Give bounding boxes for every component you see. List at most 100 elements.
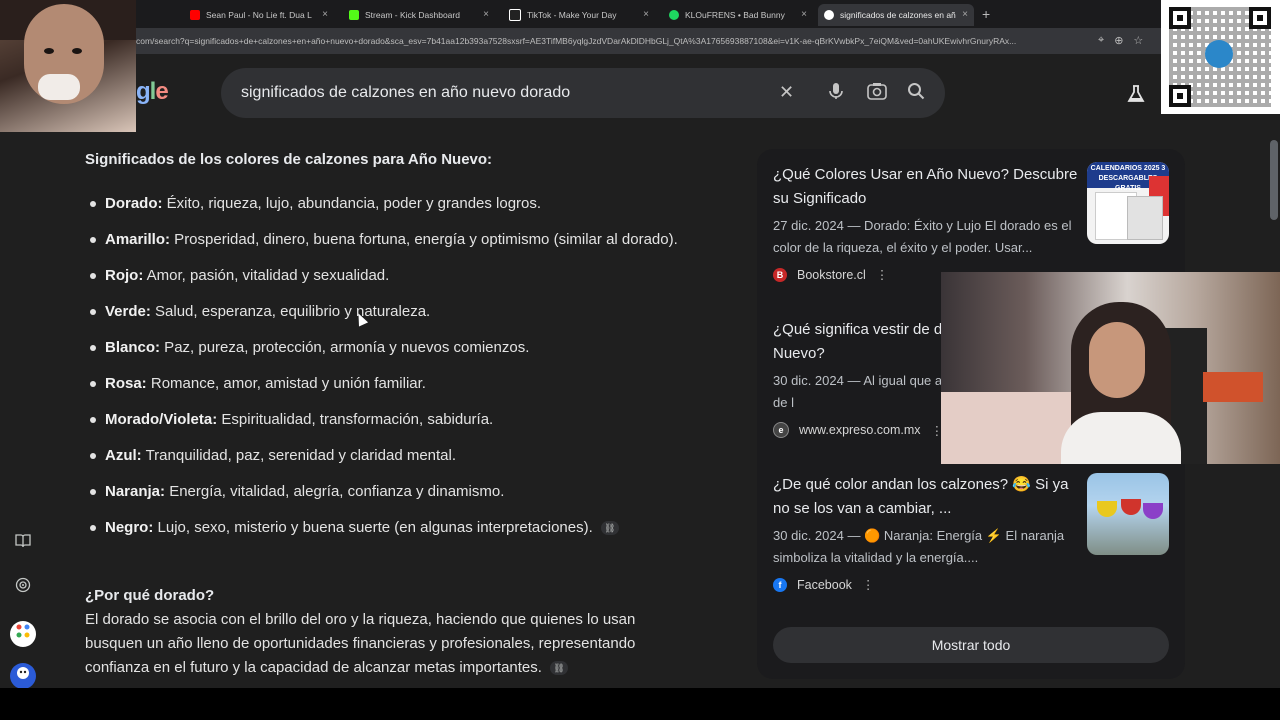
- show-all-button[interactable]: Mostrar todo: [773, 627, 1169, 663]
- why-heading: ¿Por qué dorado?: [85, 587, 215, 604]
- source-site: f Facebook ⋮: [773, 577, 1083, 592]
- apps-icon[interactable]: [10, 621, 36, 647]
- tab-label: KLOuFRENS • Bad Bunny: [685, 10, 785, 20]
- tab-strip: Sean Paul - No Lie ft. Dua L × Stream - …: [0, 0, 1280, 28]
- source-site-name: www.expreso.com.mx: [799, 423, 921, 437]
- source-thumbnail[interactable]: [1087, 473, 1169, 555]
- tab-label: Stream - Kick Dashboard: [365, 10, 460, 20]
- search-box[interactable]: significados de calzones en año nuevo do…: [221, 68, 945, 118]
- why-paragraph: El dorado se asocia con el brillo del or…: [85, 611, 636, 676]
- color-term: Rojo:: [105, 267, 144, 284]
- color-term: Dorado:: [105, 195, 163, 212]
- location-icon[interactable]: ⌖: [1098, 34, 1104, 47]
- list-item: Azul: Tranquilidad, paz, serenidad y cla…: [85, 444, 695, 468]
- list-item: Rosa: Romance, amor, amistad y unión fam…: [85, 372, 695, 396]
- expreso-icon: e: [773, 422, 789, 438]
- podcast-icon[interactable]: [10, 575, 36, 601]
- list-item: Dorado: Éxito, riqueza, lujo, abundancia…: [85, 192, 695, 216]
- color-term: Amarillo:: [105, 231, 171, 248]
- color-meaning: Amor, pasión, vitalidad y sexualidad.: [143, 267, 390, 284]
- google-logo[interactable]: gle: [136, 78, 169, 106]
- tab-tiktok[interactable]: TikTok - Make Your Day ×: [503, 4, 655, 26]
- microphone-icon[interactable]: [827, 82, 845, 105]
- tab-google-search[interactable]: significados de calzones en añ ×: [818, 4, 974, 26]
- color-meaning: Espiritualidad, transformación, sabidurí…: [217, 411, 494, 428]
- close-tab-icon[interactable]: ×: [483, 9, 489, 20]
- source-title[interactable]: ¿De qué color andan los calzones? 😂 Si y…: [773, 473, 1083, 521]
- new-tab-button[interactable]: +: [982, 6, 990, 22]
- google-lens-icon[interactable]: [867, 82, 887, 105]
- list-item: Rojo: Amor, pasión, vitalidad y sexualid…: [85, 264, 695, 288]
- link-icon[interactable]: ⛓: [549, 661, 568, 676]
- search-input[interactable]: significados de calzones en año nuevo do…: [241, 84, 570, 102]
- bookstore-icon: B: [773, 267, 787, 282]
- kick-icon: [349, 10, 359, 20]
- color-term: Morado/Violeta:: [105, 411, 218, 428]
- close-tab-icon[interactable]: ×: [801, 9, 807, 20]
- avatar-icon[interactable]: [10, 663, 36, 689]
- tab-kick[interactable]: Stream - Kick Dashboard ×: [343, 4, 495, 26]
- tiktok-icon: [509, 9, 521, 21]
- source-snippet: 30 dic. 2024 — 🟠 Naranja: Energía ⚡ El n…: [773, 528, 1065, 565]
- list-item: Blanco: Paz, pureza, protección, armonía…: [85, 336, 695, 360]
- source-title[interactable]: ¿Qué Colores Usar en Año Nuevo? Descubre…: [773, 163, 1083, 211]
- clear-icon[interactable]: ✕: [779, 82, 794, 103]
- book-icon[interactable]: [10, 530, 36, 556]
- color-meaning: Tranquilidad, paz, serenidad y claridad …: [141, 447, 457, 464]
- list-item: Amarillo: Prosperidad, dinero, buena for…: [85, 228, 695, 252]
- link-icon[interactable]: ⛓: [600, 521, 619, 536]
- color-term: Blanco:: [105, 339, 161, 356]
- close-tab-icon[interactable]: ×: [643, 9, 649, 20]
- webcam-overlay-top: [0, 0, 136, 132]
- color-meaning: Lujo, sexo, misterio y buena suerte (en …: [153, 519, 593, 536]
- spotify-icon: [669, 10, 679, 20]
- google-icon: [824, 10, 834, 20]
- tab-spotify[interactable]: KLOuFRENS • Bad Bunny ×: [663, 4, 813, 26]
- colors-heading: Significados de los colores de calzones …: [85, 151, 493, 168]
- qr-code: [1161, 0, 1280, 114]
- colors-list: Dorado: Éxito, riqueza, lujo, abundancia…: [85, 192, 695, 552]
- color-meaning: Prosperidad, dinero, buena fortuna, ener…: [170, 231, 678, 248]
- list-item: Naranja: Energía, vitalidad, alegría, co…: [85, 480, 695, 504]
- tab-label: TikTok - Make Your Day: [527, 10, 617, 20]
- close-tab-icon[interactable]: ×: [962, 9, 968, 20]
- color-term: Negro:: [105, 519, 154, 536]
- logo-icon: [1205, 40, 1233, 68]
- list-item: Morado/Violeta: Espiritualidad, transfor…: [85, 408, 695, 432]
- google-header: gle significados de calzones en año nuev…: [0, 54, 1280, 139]
- source-snippet: 27 dic. 2024 — Dorado: Éxito y Lujo El d…: [773, 218, 1072, 255]
- url-field[interactable]: com/search?q=significados+de+calzones+en…: [136, 36, 1086, 46]
- color-term: Rosa:: [105, 375, 147, 392]
- color-meaning: Romance, amor, amistad y unión familiar.: [146, 375, 426, 392]
- search-labs-icon[interactable]: [1126, 84, 1146, 109]
- source-thumbnail[interactable]: CALENDARIOS 2025 3 DESCARGABLES GRATIS: [1087, 162, 1169, 244]
- tab-label: significados de calzones en añ: [840, 10, 956, 20]
- list-item: Verde: Salud, esperanza, equilibrio y na…: [85, 300, 695, 324]
- source-site-name: Facebook: [797, 577, 852, 592]
- more-options-icon[interactable]: ⋮: [862, 577, 875, 592]
- color-meaning: Éxito, riqueza, lujo, abundancia, poder …: [162, 195, 542, 212]
- color-meaning: Salud, esperanza, equilibrio y naturalez…: [150, 303, 431, 320]
- search-icon[interactable]: [907, 82, 925, 105]
- facebook-icon: f: [773, 577, 787, 592]
- bookmark-star-icon[interactable]: ☆: [1133, 34, 1143, 47]
- bottom-bar: [0, 688, 1280, 720]
- tab-label: Sean Paul - No Lie ft. Dua L: [206, 10, 312, 20]
- scrollbar[interactable]: [1270, 140, 1278, 220]
- source-site-name: Bookstore.cl: [797, 267, 866, 282]
- color-meaning: Paz, pureza, protección, armonía y nuevo…: [160, 339, 530, 356]
- zoom-icon[interactable]: ⊕: [1114, 34, 1123, 47]
- webcam-overlay-streamer: [941, 272, 1280, 464]
- more-options-icon[interactable]: ⋮: [876, 267, 889, 282]
- source-card[interactable]: ¿De qué color andan los calzones? 😂 Si y…: [773, 473, 1083, 592]
- color-term: Verde:: [105, 303, 151, 320]
- close-tab-icon[interactable]: ×: [322, 9, 328, 20]
- address-bar: com/search?q=significados+de+calzones+en…: [0, 28, 1280, 54]
- list-item: Negro: Lujo, sexo, misterio y buena suer…: [85, 516, 695, 540]
- tab-youtube[interactable]: Sean Paul - No Lie ft. Dua L ×: [184, 4, 334, 26]
- source-card[interactable]: ¿Qué Colores Usar en Año Nuevo? Descubre…: [773, 163, 1083, 282]
- color-term: Naranja:: [105, 483, 166, 500]
- color-meaning: Energía, vitalidad, alegría, confianza y…: [165, 483, 505, 500]
- color-term: Azul:: [105, 447, 142, 464]
- youtube-icon: [190, 10, 200, 20]
